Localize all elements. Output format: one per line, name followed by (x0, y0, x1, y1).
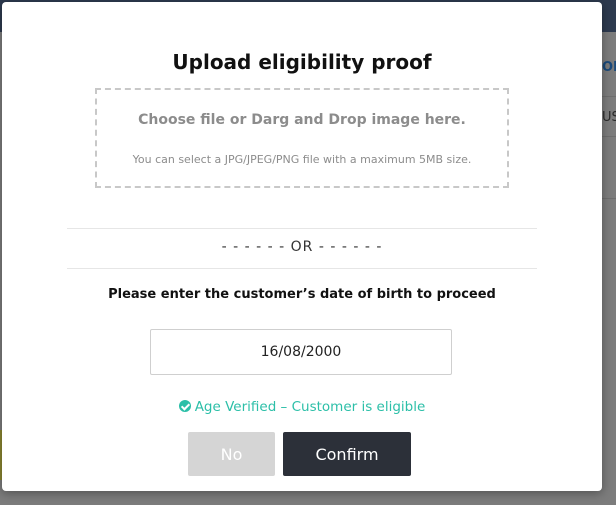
check-circle-icon (178, 400, 191, 412)
modal-title: Upload eligibility proof (172, 50, 432, 74)
background-link-text: OD (602, 60, 616, 75)
background-column-text: UST (602, 110, 616, 125)
date-of-birth-input[interactable] (150, 329, 452, 375)
dropzone-hint-text: You can select a JPG/JPEG/PNG file with … (132, 153, 472, 166)
background-divider (602, 96, 616, 97)
divider-bottom (67, 268, 537, 269)
confirm-button[interactable]: Confirm (283, 432, 411, 476)
background-divider (602, 198, 616, 199)
dropzone-main-text: Choose file or Darg and Drop image here. (138, 112, 466, 128)
dob-prompt: Please enter the customer’s date of birt… (108, 287, 496, 302)
background-divider (602, 136, 616, 137)
file-dropzone[interactable]: Choose file or Darg and Drop image here.… (95, 88, 509, 188)
age-verified-message: Age Verified – Customer is eligible (2, 399, 602, 415)
age-verified-text: Age Verified – Customer is eligible (194, 399, 426, 415)
no-button[interactable]: No (188, 432, 275, 476)
divider-top (67, 228, 537, 229)
or-separator: - - - - - - OR - - - - - - (221, 239, 383, 255)
upload-eligibility-modal: Upload eligibility proof Choose file or … (2, 2, 602, 491)
